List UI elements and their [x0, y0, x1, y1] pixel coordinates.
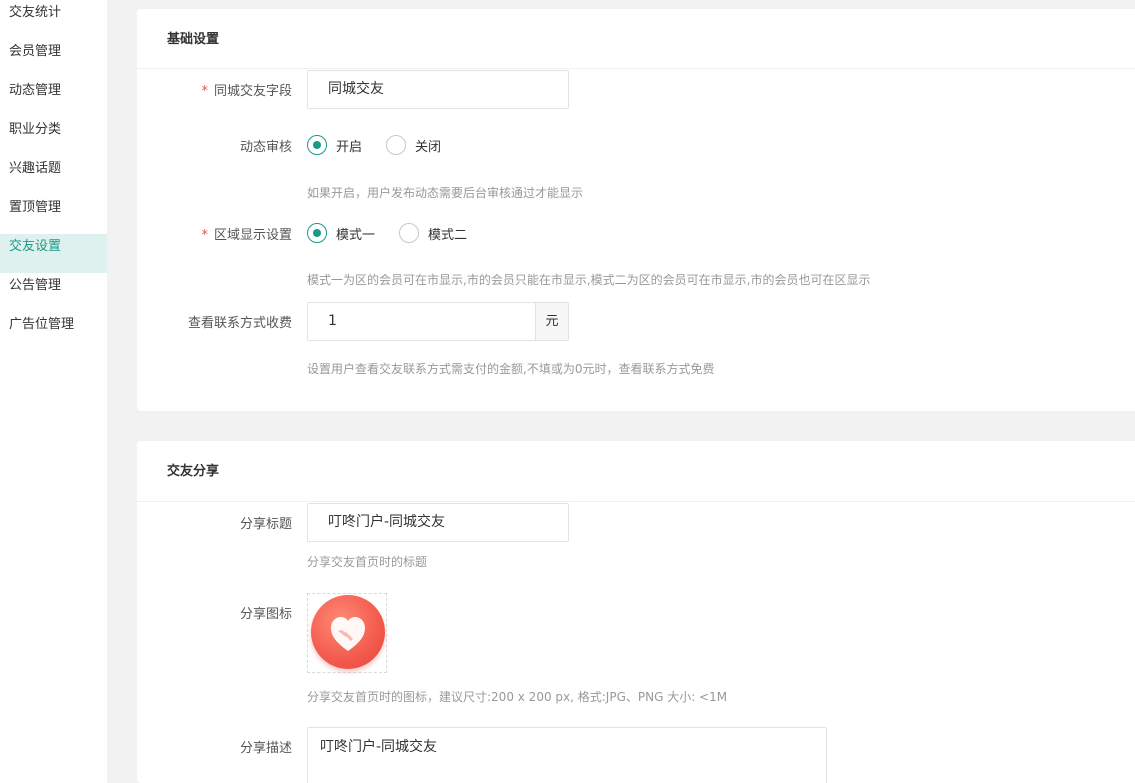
sidebar-item-occupations[interactable]: 职业分类 [0, 117, 107, 156]
share-settings-title: 交友分享 [137, 441, 1135, 502]
share-desc-label: 分享描述 [239, 741, 292, 756]
share-icon-upload[interactable] [307, 593, 387, 673]
sidebar-item-posts[interactable]: 动态管理 [0, 78, 107, 117]
share-title-input[interactable]: 叮咚门户-同城交友 [307, 503, 569, 542]
sidebar-item-announcements[interactable]: 公告管理 [0, 273, 107, 312]
review-label: 动态审核 [239, 140, 292, 155]
field-name-control: 同城交友 [307, 70, 569, 109]
fee-input[interactable]: 1 [307, 302, 535, 341]
review-radio-off[interactable]: 关闭 [386, 135, 441, 155]
region-radio-group: 模式一 模式二 [307, 222, 467, 244]
share-settings-card: 交友分享 分享标题 叮咚门户-同城交友 分享交友首页时的标题 分享图标 分享交友… [137, 441, 1135, 783]
required-mark: * [201, 228, 208, 243]
review-radio-on[interactable]: 开启 [307, 135, 362, 155]
share-icon-hint: 分享交友首页时的图标，建议尺寸:200 x 200 px, 格式:JPG、PNG… [307, 690, 728, 704]
sidebar-item-pinned[interactable]: 置顶管理 [0, 195, 107, 234]
sidebar-list: 交友统计 会员管理 动态管理 职业分类 兴趣话题 置顶管理 交友设置 公告管理 … [0, 0, 107, 351]
radio-checked-icon [307, 135, 327, 155]
sidebar-item-stats[interactable]: 交友统计 [0, 0, 107, 39]
sidebar-item-members[interactable]: 会员管理 [0, 39, 107, 78]
share-title-label: 分享标题 [239, 517, 292, 532]
region-hint: 模式一为区的会员可在市显示,市的会员只能在市显示,模式二为区的会员可在市显示,市… [307, 273, 871, 287]
heart-handshake-icon [311, 595, 385, 669]
share-icon-label: 分享图标 [239, 607, 292, 622]
review-hint: 如果开启，用户发布动态需要后台审核通过才能显示 [307, 186, 584, 200]
region-radio-mode2[interactable]: 模式二 [399, 223, 467, 243]
share-desc-textarea[interactable]: 叮咚门户-同城交友 [307, 727, 827, 783]
basic-settings-title: 基础设置 [137, 9, 1135, 69]
radio-unchecked-icon [399, 223, 420, 243]
share-icon-control [307, 593, 387, 673]
basic-settings-card: 基础设置 * 同城交友字段 同城交友 动态审核 开启 关闭 如果开启，用户发布动态… [137, 9, 1135, 411]
share-title-control: 叮咚门户-同城交友 [307, 503, 569, 542]
fee-label: 查看联系方式收费 [187, 316, 292, 331]
sidebar-item-settings[interactable]: 交友设置 [0, 234, 107, 273]
required-mark: * [201, 84, 208, 99]
share-desc-control: 叮咚门户-同城交友 [307, 727, 827, 783]
sidebar: 交友统计 会员管理 动态管理 职业分类 兴趣话题 置顶管理 交友设置 公告管理 … [0, 0, 107, 783]
share-title-hint: 分享交友首页时的标题 [307, 555, 428, 569]
radio-checked-icon [307, 223, 327, 243]
field-name-label: * 同城交友字段 [201, 84, 292, 99]
radio-unchecked-icon [386, 135, 407, 155]
fee-unit: 元 [535, 302, 569, 341]
review-radio-group: 开启 关闭 [307, 134, 441, 156]
sidebar-item-topics[interactable]: 兴趣话题 [0, 156, 107, 195]
region-radio-mode1[interactable]: 模式一 [307, 223, 375, 243]
field-name-input[interactable]: 同城交友 [307, 70, 569, 109]
fee-hint: 设置用户查看交友联系方式需支付的金额,不填或为0元时，查看联系方式免费 [307, 362, 715, 376]
fee-input-group: 1 元 [307, 302, 569, 341]
sidebar-item-ads[interactable]: 广告位管理 [0, 312, 107, 351]
region-label: * 区域显示设置 [201, 228, 292, 243]
